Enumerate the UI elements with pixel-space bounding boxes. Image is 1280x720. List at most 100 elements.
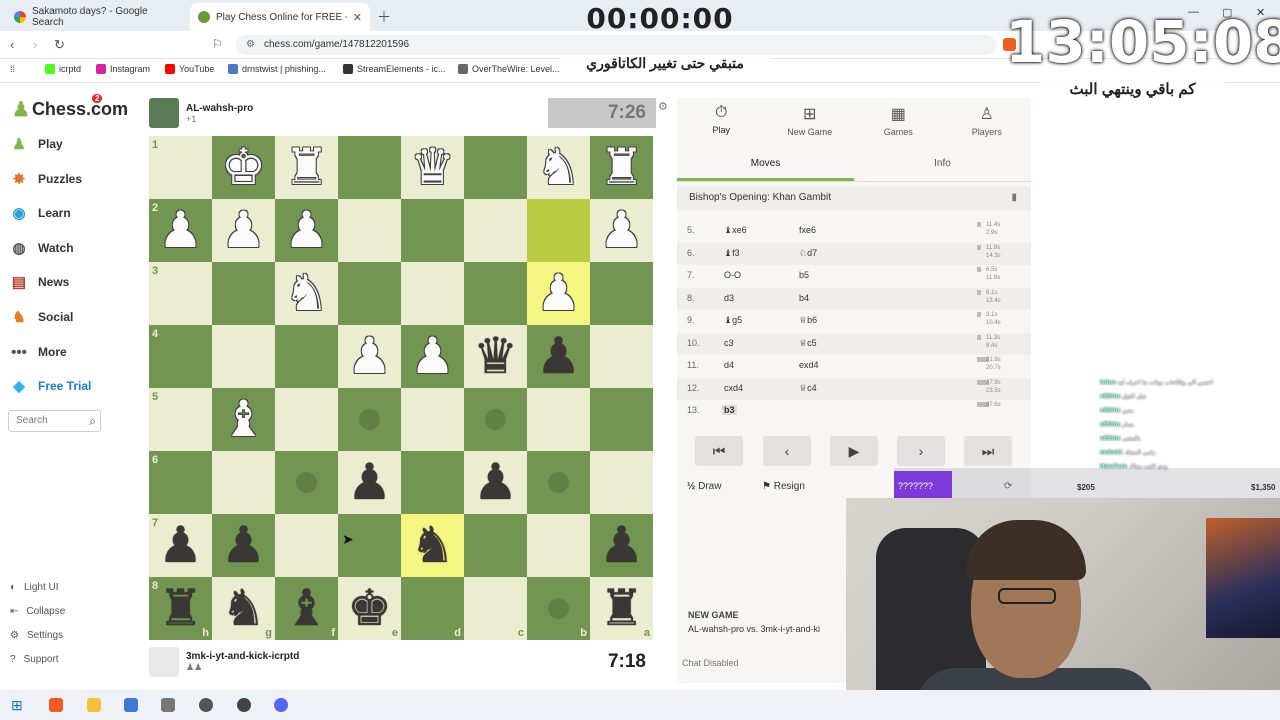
board-square[interactable]: 7 ♟ xyxy=(149,514,212,577)
self-avatar[interactable] xyxy=(149,647,179,677)
board-square[interactable] xyxy=(401,199,464,262)
app-icon[interactable] xyxy=(161,698,175,712)
legal-move-dot[interactable] xyxy=(296,472,317,493)
new-tab-icon[interactable]: ＋ xyxy=(377,7,391,27)
tab-google-search[interactable]: Sakamoto days? - Google Search xyxy=(6,3,186,31)
tab-info[interactable]: Info xyxy=(854,150,1031,181)
legal-move-dot[interactable] xyxy=(359,409,380,430)
prev-move-button[interactable]: ‹ xyxy=(763,436,811,466)
board-square[interactable]: ♞ xyxy=(527,136,590,199)
black-pawn-piece[interactable]: ♟ xyxy=(149,514,212,577)
board-square[interactable] xyxy=(401,388,464,451)
chess-board[interactable]: 1 ♚ ♜ ♛ ♞ ♜ 2 ♟ ♟ ♟ ♟ 3 ♞ ♟ 4 ♟ ♟ ♛ ♟ 5 ♝ 6 ♟ ♟ 7 ♟ ♟ ♞ ♟ 8 h ♜ g ♞ f ♝ e ♚ d c… xyxy=(149,136,653,640)
board-square[interactable]: e ♚ xyxy=(338,577,401,640)
board-square[interactable]: ♟ xyxy=(527,262,590,325)
white-move[interactable]: ♝xe6 xyxy=(724,225,747,236)
sidebar-settings[interactable]: ⚙ Settings xyxy=(10,627,63,643)
bookmark-overthewire[interactable]: OverTheWire: Level... xyxy=(458,64,560,74)
board-square[interactable]: ♟ xyxy=(338,451,401,514)
board-square[interactable]: 5 xyxy=(149,388,212,451)
board-square[interactable]: ♜ xyxy=(275,136,338,199)
board-square[interactable]: ♛ xyxy=(464,325,527,388)
black-pawn-piece[interactable]: ♟ xyxy=(338,451,401,514)
board-square[interactable]: ♟ xyxy=(212,199,275,262)
board-square[interactable]: ♟ xyxy=(275,199,338,262)
draw-button[interactable]: ½ Draw xyxy=(687,481,721,492)
board-square[interactable] xyxy=(275,514,338,577)
white-king-piece[interactable]: ♚ xyxy=(212,136,275,199)
white-rook-piece[interactable]: ♜ xyxy=(590,136,653,199)
black-move[interactable]: exd4 xyxy=(799,360,819,370)
board-square[interactable] xyxy=(590,325,653,388)
board-square[interactable]: b xyxy=(527,577,590,640)
white-pawn-piece[interactable]: ♟ xyxy=(149,199,212,262)
board-square[interactable]: ♟ xyxy=(464,451,527,514)
sidebar-item-puzzles[interactable]: ✸ Puzzles xyxy=(10,167,82,191)
forward-icon[interactable]: › xyxy=(33,37,37,52)
black-knight-piece[interactable]: ♞ xyxy=(212,577,275,640)
board-square[interactable] xyxy=(212,451,275,514)
board-square[interactable]: f ♝ xyxy=(275,577,338,640)
black-move[interactable]: ♘d7 xyxy=(799,248,817,259)
board-square[interactable]: 2 ♟ xyxy=(149,199,212,262)
board-square[interactable] xyxy=(275,451,338,514)
windows-start-icon[interactable]: ⊞ xyxy=(11,697,23,714)
board-square[interactable]: ♟ xyxy=(527,325,590,388)
board-square[interactable] xyxy=(275,388,338,451)
white-move[interactable]: d4 xyxy=(724,360,734,370)
book-icon[interactable]: ▮ xyxy=(1011,186,1017,210)
next-move-button[interactable]: › xyxy=(897,436,945,466)
board-square[interactable]: 3 xyxy=(149,262,212,325)
sidebar-item-learn[interactable]: ◉ Learn xyxy=(10,201,70,225)
opponent-name[interactable]: AL-wahsh-pro xyxy=(186,103,253,114)
tab-players[interactable]: ♙ Players xyxy=(943,98,1032,146)
obs-icon[interactable] xyxy=(237,698,251,712)
sidebar-search-input[interactable]: Search ⌕ xyxy=(8,410,101,432)
black-rook-piece[interactable]: ♜ xyxy=(149,577,212,640)
black-rook-piece[interactable]: ♜ xyxy=(590,577,653,640)
white-move[interactable]: d3 xyxy=(724,293,734,303)
board-square[interactable] xyxy=(464,262,527,325)
url-field[interactable]: ⚙ chess.com/game/147812201596 xyxy=(236,35,996,55)
chesscom-logo[interactable]: ♟ Chess.com 2 xyxy=(12,94,128,122)
board-square[interactable]: ♟ xyxy=(338,325,401,388)
sidebar-item-social[interactable]: ♞ Social xyxy=(10,305,73,329)
bookmark-drnstwist[interactable]: drnstwist | phishing... xyxy=(228,64,326,74)
board-square[interactable] xyxy=(338,199,401,262)
board-square[interactable]: ♟ xyxy=(590,199,653,262)
board-square[interactable] xyxy=(527,388,590,451)
white-pawn-piece[interactable]: ♟ xyxy=(212,199,275,262)
discord-icon[interactable] xyxy=(274,698,288,712)
black-bishop-piece[interactable]: ♝ xyxy=(275,577,338,640)
close-tab-icon[interactable]: ✕ xyxy=(353,11,362,24)
board-square[interactable]: ♟ xyxy=(212,514,275,577)
black-pawn-piece[interactable]: ♟ xyxy=(590,514,653,577)
board-square[interactable] xyxy=(212,262,275,325)
white-pawn-piece[interactable]: ♟ xyxy=(275,199,338,262)
self-name[interactable]: 3mk-i-yt-and-kick-icrptd xyxy=(186,651,299,662)
sidebar-item-more[interactable]: ••• More xyxy=(10,340,67,364)
board-square[interactable] xyxy=(590,451,653,514)
board-square[interactable]: ♟ xyxy=(590,514,653,577)
black-pawn-piece[interactable]: ♟ xyxy=(464,451,527,514)
white-queen-piece[interactable]: ♛ xyxy=(401,136,464,199)
white-move[interactable]: c3 xyxy=(724,338,734,348)
site-info-icon[interactable]: ⚙ xyxy=(246,35,255,55)
board-square[interactable] xyxy=(464,514,527,577)
opponent-avatar[interactable] xyxy=(149,98,179,128)
sidebar-support[interactable]: ? Support xyxy=(10,651,59,667)
black-pawn-piece[interactable]: ♟ xyxy=(212,514,275,577)
reload-icon[interactable]: ↻ xyxy=(54,37,65,53)
first-move-button[interactable]: ⏮ xyxy=(695,436,743,466)
legal-move-dot[interactable] xyxy=(548,472,569,493)
black-knight-piece[interactable]: ♞ xyxy=(401,514,464,577)
board-square[interactable]: 8 h ♜ xyxy=(149,577,212,640)
white-move[interactable]: cxd4 xyxy=(724,383,743,393)
black-move[interactable]: ♕c5 xyxy=(799,338,817,349)
black-queen-piece[interactable]: ♛ xyxy=(464,325,527,388)
white-move[interactable]: O-O xyxy=(724,270,741,280)
board-square[interactable] xyxy=(527,199,590,262)
board-square[interactable] xyxy=(527,451,590,514)
white-pawn-piece[interactable]: ♟ xyxy=(401,325,464,388)
white-move[interactable]: ♝g5 xyxy=(724,315,742,326)
